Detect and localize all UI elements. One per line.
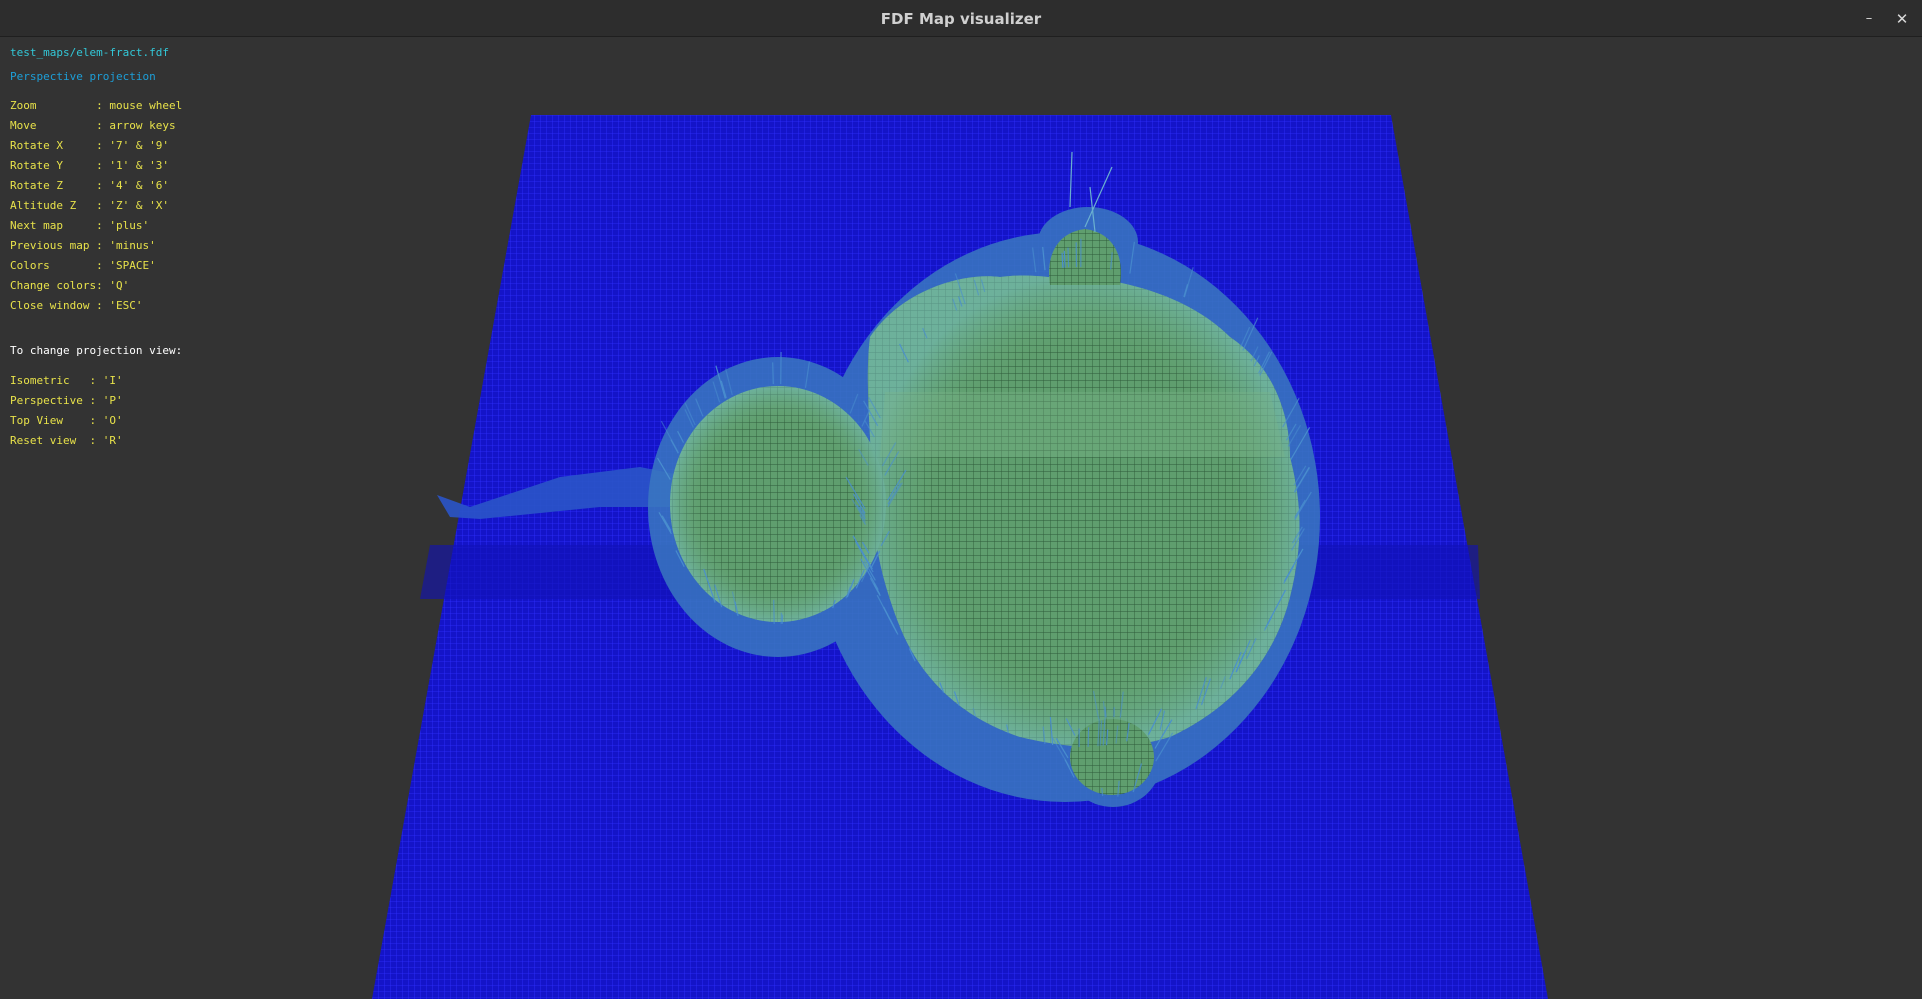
fractal-spike [772,362,774,385]
fractal-bottom-bulb [1070,719,1154,795]
fractal-spike [1087,727,1090,747]
control-move: Move : arrow keys [10,119,176,132]
fractal-left-bulb-rim [670,386,886,622]
control-close-window: Close window : 'ESC' [10,299,143,312]
control-rotate-y: Rotate Y : '1' & '3' [10,159,169,172]
projection-reset: Reset view : 'R' [10,434,123,447]
title-bar[interactable]: FDF Map visualizer – ✕ [0,0,1922,37]
projection-label: Perspective projection [10,70,156,83]
control-rotate-z: Rotate Z : '4' & '6' [10,179,169,192]
close-icon[interactable]: ✕ [1891,8,1913,30]
control-colors: Colors : 'SPACE' [10,259,156,272]
fdf-window: FDF Map visualizer – ✕ test_maps/elem-fr… [0,0,1922,999]
control-change-colors: Change colors: 'Q' [10,279,130,292]
fractal-cardioid-rim [867,275,1300,748]
fractal-spike [1063,250,1066,268]
fractal-spike [773,599,775,624]
window-title: FDF Map visualizer [880,10,1042,28]
hud-overlay: test_maps/elem-fract.fdf Perspective pro… [10,37,370,497]
control-altitude: Altitude Z : 'Z' & 'X' [10,199,169,212]
projection-isometric: Isometric : 'I' [10,374,123,387]
fractal-spike [1061,252,1064,268]
minimize-icon[interactable]: – [1858,8,1880,30]
fractal-spike [1067,247,1070,268]
projection-top-view: Top View : 'O' [10,414,123,427]
projection-perspective: Perspective : 'P' [10,394,123,407]
control-rotate-x: Rotate X : '7' & '9' [10,139,169,152]
control-zoom: Zoom : mouse wheel [10,99,183,112]
fractal-highlight [880,392,1285,457]
control-prev-map: Previous map : 'minus' [10,239,156,252]
projection-heading: To change projection view: [10,344,183,357]
map-file-label: test_maps/elem-fract.fdf [10,46,169,59]
control-next-map: Next map : 'plus' [10,219,150,232]
